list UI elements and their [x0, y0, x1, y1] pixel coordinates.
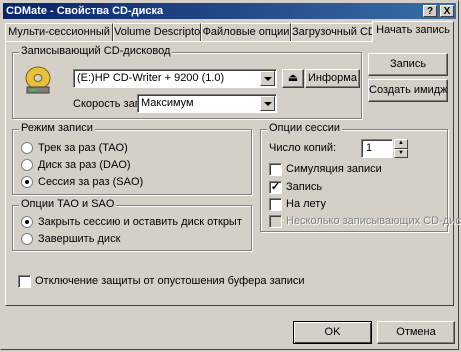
copies-value: 1 [366, 142, 373, 154]
mode-sao-label: Сессия за раз (SAO) [38, 176, 144, 188]
multi-writer-label: Несколько записывающих CD-диск [286, 215, 461, 227]
close-session-label: Закрыть сессию и оставить диск открыт [38, 216, 242, 228]
on-the-fly-check[interactable] [269, 198, 282, 211]
write-mode-group: Режим записи Трек за раз (TAO) Диск за р… [12, 122, 252, 195]
tab-panel: Записывающий CD-дисковод (E:)HP CD-Write… [5, 41, 461, 306]
chevron-down-icon[interactable] [260, 96, 275, 111]
multi-writer-check [269, 215, 282, 228]
mode-tao-label: Трек за раз (TAO) [38, 142, 128, 154]
help-button[interactable]: ? [423, 5, 437, 17]
finalize-disc-label: Завершить диск [38, 233, 121, 245]
close-button[interactable]: X [440, 5, 454, 17]
copies-up-icon[interactable]: ▲ [394, 139, 408, 149]
simulate-label: Симуляция записи [286, 163, 382, 175]
speed-value: Максимум [141, 97, 194, 109]
radio-sao[interactable] [21, 176, 33, 188]
tab-boot-cd[interactable]: Загрузочный CD [291, 23, 373, 41]
session-options-legend: Опции сессии [267, 122, 343, 134]
tab-start-write[interactable]: Начать запись [372, 21, 454, 42]
simulate-check[interactable] [269, 163, 282, 176]
radio-close-session[interactable] [21, 216, 33, 228]
copies-down-icon[interactable]: ▼ [394, 149, 408, 158]
buffer-protection-check[interactable] [18, 275, 31, 288]
tab-multisession[interactable]: Мульти-сессионный [5, 23, 113, 41]
recorder-group: Записывающий CD-дисковод (E:)HP CD-Write… [12, 45, 362, 119]
chevron-down-icon[interactable] [260, 71, 275, 86]
info-button[interactable]: Информа [305, 69, 360, 88]
dialog-window: CDMate - Свойства CD-диска ? X Мульти-се… [0, 0, 461, 350]
write-label: Запись [286, 181, 323, 193]
eject-icon: ⏏ [287, 72, 299, 84]
eject-button[interactable]: ⏏ [282, 69, 304, 88]
radio-finalize[interactable] [21, 233, 33, 245]
radio-dao[interactable] [21, 159, 33, 171]
cancel-button[interactable]: Отмена [377, 321, 455, 344]
on-the-fly-label: На лету [286, 198, 326, 210]
drive-value: (E:)HP CD-Writer + 9200 (1.0) [77, 72, 225, 84]
drive-select[interactable]: (E:)HP CD-Writer + 9200 (1.0) [73, 69, 277, 88]
recorder-legend: Записывающий CD-дисковод [19, 45, 173, 57]
cd-drive-icon [25, 66, 51, 94]
copies-input[interactable]: 1 [361, 139, 393, 158]
copies-label: Число копий: [269, 142, 337, 154]
speed-select[interactable]: Максимум [137, 94, 277, 113]
title-bar: CDMate - Свойства CD-диска ? X [3, 3, 456, 19]
write-check[interactable]: ✓ [269, 181, 282, 194]
write-mode-legend: Режим записи [19, 122, 95, 134]
mode-dao-label: Диск за раз (DAO) [38, 159, 131, 171]
buffer-protection-label: Отключение защиты от опустошения буфера … [35, 275, 305, 287]
tab-volume-descriptor[interactable]: Volume Descriptor [113, 23, 201, 41]
tab-file-options[interactable]: Файловые опции [201, 23, 291, 41]
radio-tao[interactable] [21, 142, 33, 154]
tao-sao-legend: Опции TAO и SAO [19, 198, 117, 210]
write-button[interactable]: Запись [368, 53, 448, 76]
session-options-group: Опции сессии Число копий: 1 ▲ ▼ Симуляци… [260, 122, 461, 232]
tao-sao-group: Опции TAO и SAO Закрыть сессию и оставит… [12, 198, 252, 251]
create-image-button[interactable]: Создать имидж [368, 79, 448, 102]
window-title: CDMate - Свойства CD-диска [6, 5, 164, 17]
ok-button[interactable]: OK [293, 321, 372, 344]
